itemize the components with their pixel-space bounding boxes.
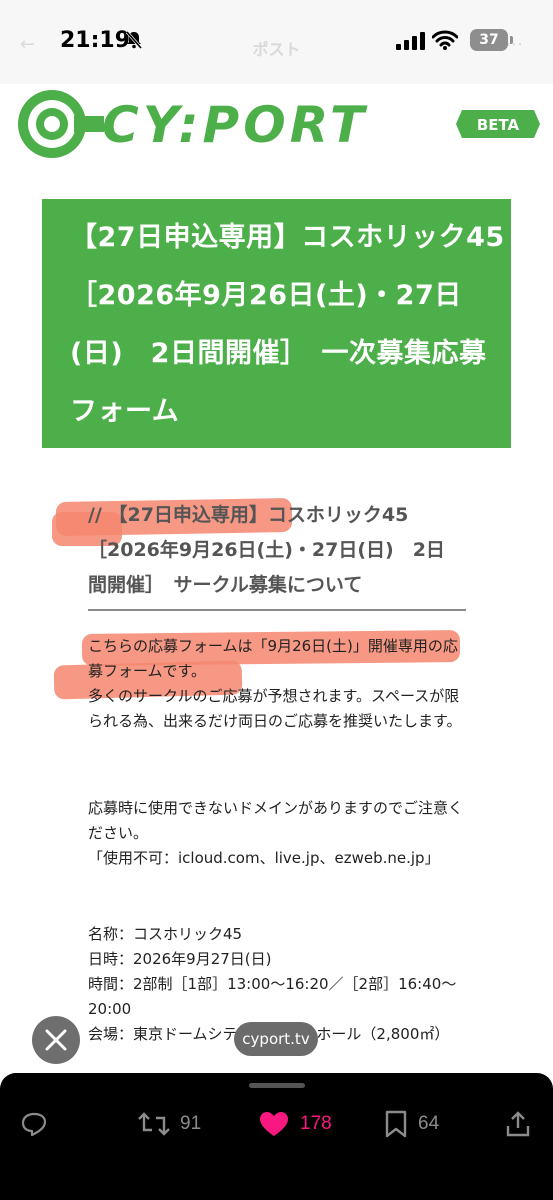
repost-icon <box>138 1112 170 1136</box>
banner-title: 【27日申込専用】コスホリック45［2026年9月26日(土)・27日(日) 2… <box>70 222 505 427</box>
like-count: 178 <box>300 1113 332 1134</box>
bookmark-count: 64 <box>418 1113 440 1134</box>
status-bar: ← ポスト ⋯ 21:19 37 <box>0 0 553 84</box>
action-bar: 91 178 64 <box>0 1073 553 1200</box>
domain-notice: 応募時に使用できないドメインがありますのでご注意ください。 「使用不可：iclo… <box>88 799 464 867</box>
share-button[interactable] <box>505 1109 531 1139</box>
event-banner: 【27日申込専用】コスホリック45［2026年9月26日(土)・27日(日) 2… <box>42 199 511 448</box>
intro-paragraph: こちらの応募フォームは「9月26日(土)」開催専用の応募フォームです。 多くのサ… <box>88 637 462 730</box>
wifi-icon <box>432 30 458 50</box>
battery-indicator: 37 <box>470 29 508 51</box>
sheet-handle[interactable] <box>249 1083 305 1088</box>
reply-button[interactable] <box>20 1109 48 1139</box>
bell-muted-icon <box>125 31 143 49</box>
heart-icon <box>260 1112 288 1136</box>
signal-icon <box>396 32 425 50</box>
battery-tip <box>510 36 513 44</box>
reply-icon <box>21 1112 47 1137</box>
bookmark-icon <box>385 1110 407 1138</box>
url-pill[interactable]: cyport.tv <box>234 1022 318 1056</box>
article-heading: // 【27日申込専用】コスホリック45［2026年9月26日(土)・27日(日… <box>88 504 445 596</box>
close-icon <box>45 1029 67 1051</box>
clock: 21:19 <box>60 28 131 53</box>
like-button[interactable]: 178 <box>258 1109 332 1139</box>
svg-text:BETA: BETA <box>477 116 520 134</box>
cyport-logo: CY:PORT BETA <box>18 90 540 158</box>
bookmark-button[interactable]: 64 <box>384 1109 439 1139</box>
logo-ring-icon <box>18 90 104 158</box>
close-button[interactable] <box>32 1016 80 1064</box>
beta-badge: BETA <box>456 110 540 138</box>
heading-divider <box>88 609 466 611</box>
share-icon <box>506 1111 530 1137</box>
repost-button[interactable]: 91 <box>138 1109 201 1139</box>
repost-count: 91 <box>180 1113 202 1134</box>
logo-wordmark: CY:PORT <box>102 96 368 154</box>
